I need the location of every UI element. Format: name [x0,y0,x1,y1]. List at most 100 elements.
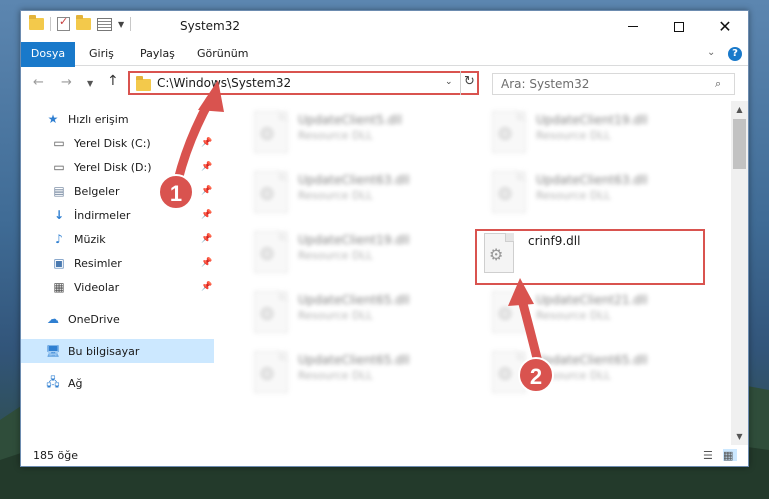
pin-icon[interactable]: 📌 [201,138,212,148]
divider [50,17,51,31]
expand-ribbon-icon[interactable]: ⌄ [707,47,715,58]
sidebar-item-this-pc[interactable]: 🖥 Bu bilgisayar [21,339,214,363]
gear-icon: ⚙ [497,184,514,205]
file-name: UpdateClient65.dll [298,353,410,367]
scroll-down-icon[interactable]: ▼ [731,428,748,445]
drive-icon: ▭ [53,160,65,174]
dll-file-icon: ⚙ [492,291,526,333]
sidebar-item-local-disk-c[interactable]: ▭ Yerel Disk (C:) 📌 [21,131,214,155]
file-item[interactable]: ⚙ UpdateClient19.dll Resource DLL [474,107,674,159]
address-bar[interactable]: C:\Windows\System32 ⌄ ↻ [128,71,479,95]
large-icons-view-icon[interactable]: ▦ [723,449,737,462]
help-icon[interactable]: ? [728,47,742,61]
music-icon: ♪ [55,232,63,246]
file-item[interactable]: ⚙ UpdateClient19.dll Resource DLL [236,227,436,279]
sidebar-item-music[interactable]: ♪ Müzik 📌 [21,227,214,251]
dll-file-icon: ⚙ [492,111,526,153]
address-path[interactable]: C:\Windows\System32 [157,76,291,90]
pin-icon[interactable]: 📌 [201,210,212,220]
gear-icon: ⚙ [259,364,276,385]
gear-icon: ⚙ [497,304,514,325]
scroll-up-icon[interactable]: ▲ [731,101,748,118]
sidebar-item-network[interactable]: 🖧 Ağ [21,371,214,395]
sidebar-item-label: Ağ [68,376,83,390]
pin-icon[interactable]: 📌 [201,282,212,292]
pin-icon[interactable]: 📌 [201,186,212,196]
sidebar-item-local-disk-d[interactable]: ▭ Yerel Disk (D:) 📌 [21,155,214,179]
tab-view[interactable]: Görünüm [197,42,248,66]
pin-icon[interactable]: 📌 [201,258,212,268]
address-dropdown-icon[interactable]: ⌄ [445,77,453,87]
file-name: UpdateClient63.dll [298,173,410,187]
maximize-button[interactable] [656,11,702,42]
minimize-button[interactable] [610,11,656,42]
qat-dropdown-icon[interactable]: ▼ [118,20,124,29]
search-box[interactable]: Ara: System32 ⌕ [492,73,735,95]
search-input[interactable]: Ara: System32 [501,77,589,91]
file-item[interactable]: ⚙ UpdateClient63.dll Resource DLL [236,167,436,219]
file-type: Resource DLL [298,249,373,262]
back-arrow-icon[interactable]: ← [33,75,44,90]
dll-file-icon: ⚙ [254,111,288,153]
file-name: UpdateClient19.dll [298,233,410,247]
pin-icon[interactable]: 📌 [201,234,212,244]
gear-icon: ⚙ [497,364,514,385]
sidebar-item-label: Belgeler [74,184,120,198]
tab-share[interactable]: Paylaş [140,42,175,66]
dll-file-icon: ⚙ [254,351,288,393]
new-folder-icon[interactable] [76,15,91,30]
sidebar-item-quick-access[interactable]: ★ Hızlı erişim [21,107,214,131]
pictures-icon: ▣ [53,256,65,270]
divider [130,17,132,31]
up-arrow-icon[interactable]: ↑ [107,73,119,89]
file-name: UpdateClient65.dll [298,293,410,307]
title-bar: ▼ System32 ✕ [21,11,748,42]
cloud-icon: ☁ [47,312,59,326]
dll-file-icon: ⚙ [254,231,288,273]
file-explorer-window: ▼ System32 ✕ Dosya Giriş Paylaş Görünüm … [20,10,749,467]
sidebar-item-pictures[interactable]: ▣ Resimler 📌 [21,251,214,275]
forward-arrow-icon[interactable]: → [61,75,72,90]
file-name: UpdateClient5.dll [298,113,402,127]
close-button[interactable]: ✕ [702,11,748,42]
dll-file-icon: ⚙ [492,171,526,213]
sidebar-item-label: OneDrive [68,312,120,326]
recent-locations-icon[interactable]: ▼ [87,79,93,88]
tab-home[interactable]: Giriş [89,42,114,66]
scrollbar-thumb[interactable] [733,119,746,169]
search-icon: ⌕ [715,77,722,90]
pin-icon[interactable]: 📌 [201,162,212,172]
sidebar-item-label: Müzik [74,232,106,246]
sidebar-item-label: Yerel Disk (C:) [74,136,151,150]
ribbon-tabs: Dosya Giriş Paylaş Görünüm ⌄ ? [21,42,748,94]
gear-icon: ⚙ [259,304,276,325]
file-item[interactable]: ⚙ UpdateClient65.dll Resource DLL [236,287,436,339]
file-item[interactable]: ⚙ UpdateClient63.dll Resource DLL [474,167,674,219]
vertical-scrollbar[interactable]: ▲ ▼ [731,101,748,445]
document-icon: ▤ [53,184,65,198]
properties-check-icon[interactable] [57,15,70,31]
sidebar-item-label: Bu bilgisayar [68,344,140,358]
window-title: System32 [180,19,241,33]
sidebar-item-videos[interactable]: ▦ Videolar 📌 [21,275,214,299]
folder-icon [136,76,151,91]
refresh-icon[interactable]: ↻ [460,71,478,95]
file-item[interactable]: ⚙ UpdateClient21.dll Resource DLL [474,287,674,339]
file-type: Resource DLL [536,309,611,322]
details-view-icon[interactable]: ☰ [703,449,717,462]
file-type: Resource DLL [298,309,373,322]
customize-icon[interactable] [97,17,112,31]
file-type: Resource DLL [298,189,373,202]
file-item[interactable]: ⚙ UpdateClient65.dll Resource DLL [474,347,674,399]
sidebar-item-onedrive[interactable]: ☁ OneDrive [21,307,214,331]
maximize-icon [674,21,684,32]
file-item[interactable]: ⚙ UpdateClient5.dll Resource DLL [236,107,436,159]
sidebar-item-label: Resimler [74,256,122,270]
file-item[interactable]: ⚙ UpdateClient65.dll Resource DLL [236,347,436,399]
drive-icon: ▭ [53,136,65,150]
close-icon: ✕ [718,17,732,36]
gear-icon: ⚙ [259,244,276,265]
sidebar-item-label: Yerel Disk (D:) [74,160,152,174]
computer-icon: 🖥 [45,344,61,358]
download-icon: ↓ [53,208,65,222]
